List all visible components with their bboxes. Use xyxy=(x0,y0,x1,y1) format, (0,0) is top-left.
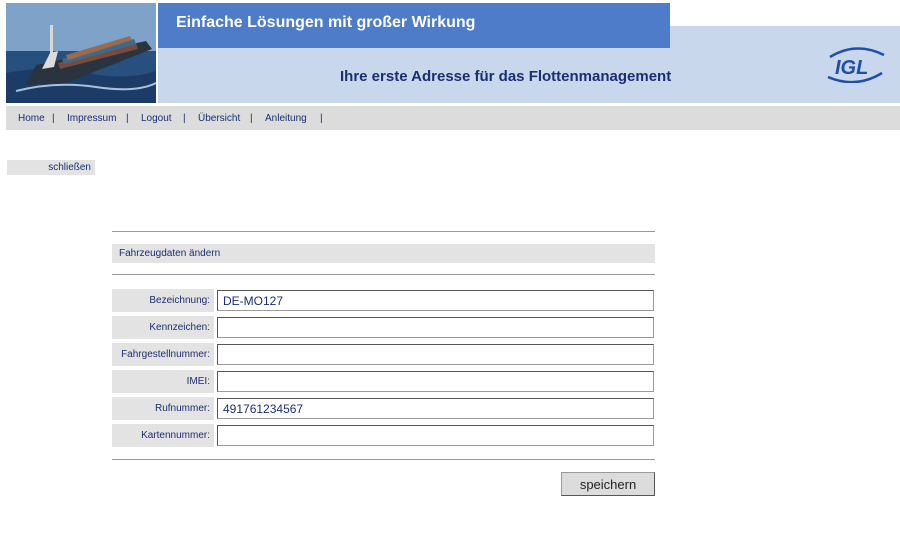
bezeichnung-input[interactable] xyxy=(217,290,654,311)
nav-separator: | xyxy=(52,113,55,124)
nav-uebersicht[interactable]: Übersicht xyxy=(198,113,240,124)
close-link[interactable]: schließen xyxy=(7,160,95,175)
nav-logout[interactable]: Logout xyxy=(141,113,172,124)
fahrgestellnummer-input[interactable] xyxy=(217,344,654,365)
slogan-bar: Einfache Lösungen mit großer Wirkung xyxy=(158,3,670,48)
main-nav: Home | Impressum | Logout | Übersicht | … xyxy=(6,106,900,130)
rufnummer-input[interactable] xyxy=(217,398,654,419)
divider xyxy=(112,459,655,460)
logo-text: IGL xyxy=(835,57,868,79)
kartennummer-input[interactable] xyxy=(217,425,654,446)
kennzeichen-input[interactable] xyxy=(217,317,654,338)
label-fahrgestellnummer: Fahrgestellnummer: xyxy=(112,343,214,366)
nav-impressum[interactable]: Impressum xyxy=(67,113,116,124)
label-bezeichnung: Bezeichnung: xyxy=(112,289,214,312)
label-kartennummer: Kartennummer: xyxy=(112,424,214,447)
divider xyxy=(112,274,655,275)
label-imei: IMEI: xyxy=(112,370,214,393)
page-header: Einfache Lösungen mit großer Wirkung xyxy=(6,3,900,103)
container-ship-image xyxy=(6,3,156,103)
igl-logo: IGL xyxy=(826,47,886,84)
nav-separator: | xyxy=(183,113,186,124)
divider xyxy=(112,231,655,232)
nav-separator: | xyxy=(126,113,129,124)
slogan-text: Einfache Lösungen mit großer Wirkung xyxy=(176,14,476,31)
nav-anleitung[interactable]: Anleitung xyxy=(265,113,307,124)
imei-input[interactable] xyxy=(217,371,654,392)
nav-separator: | xyxy=(250,113,253,124)
nav-home[interactable]: Home xyxy=(18,113,45,124)
label-kennzeichen: Kennzeichen: xyxy=(112,316,214,339)
form-title: Fahrzeugdaten ändern xyxy=(112,244,655,263)
label-rufnummer: Rufnummer: xyxy=(112,397,214,420)
nav-separator: | xyxy=(320,113,323,124)
header-tagline: Ihre erste Adresse für das Flottenmanage… xyxy=(340,68,672,85)
save-button[interactable]: speichern xyxy=(561,472,655,496)
